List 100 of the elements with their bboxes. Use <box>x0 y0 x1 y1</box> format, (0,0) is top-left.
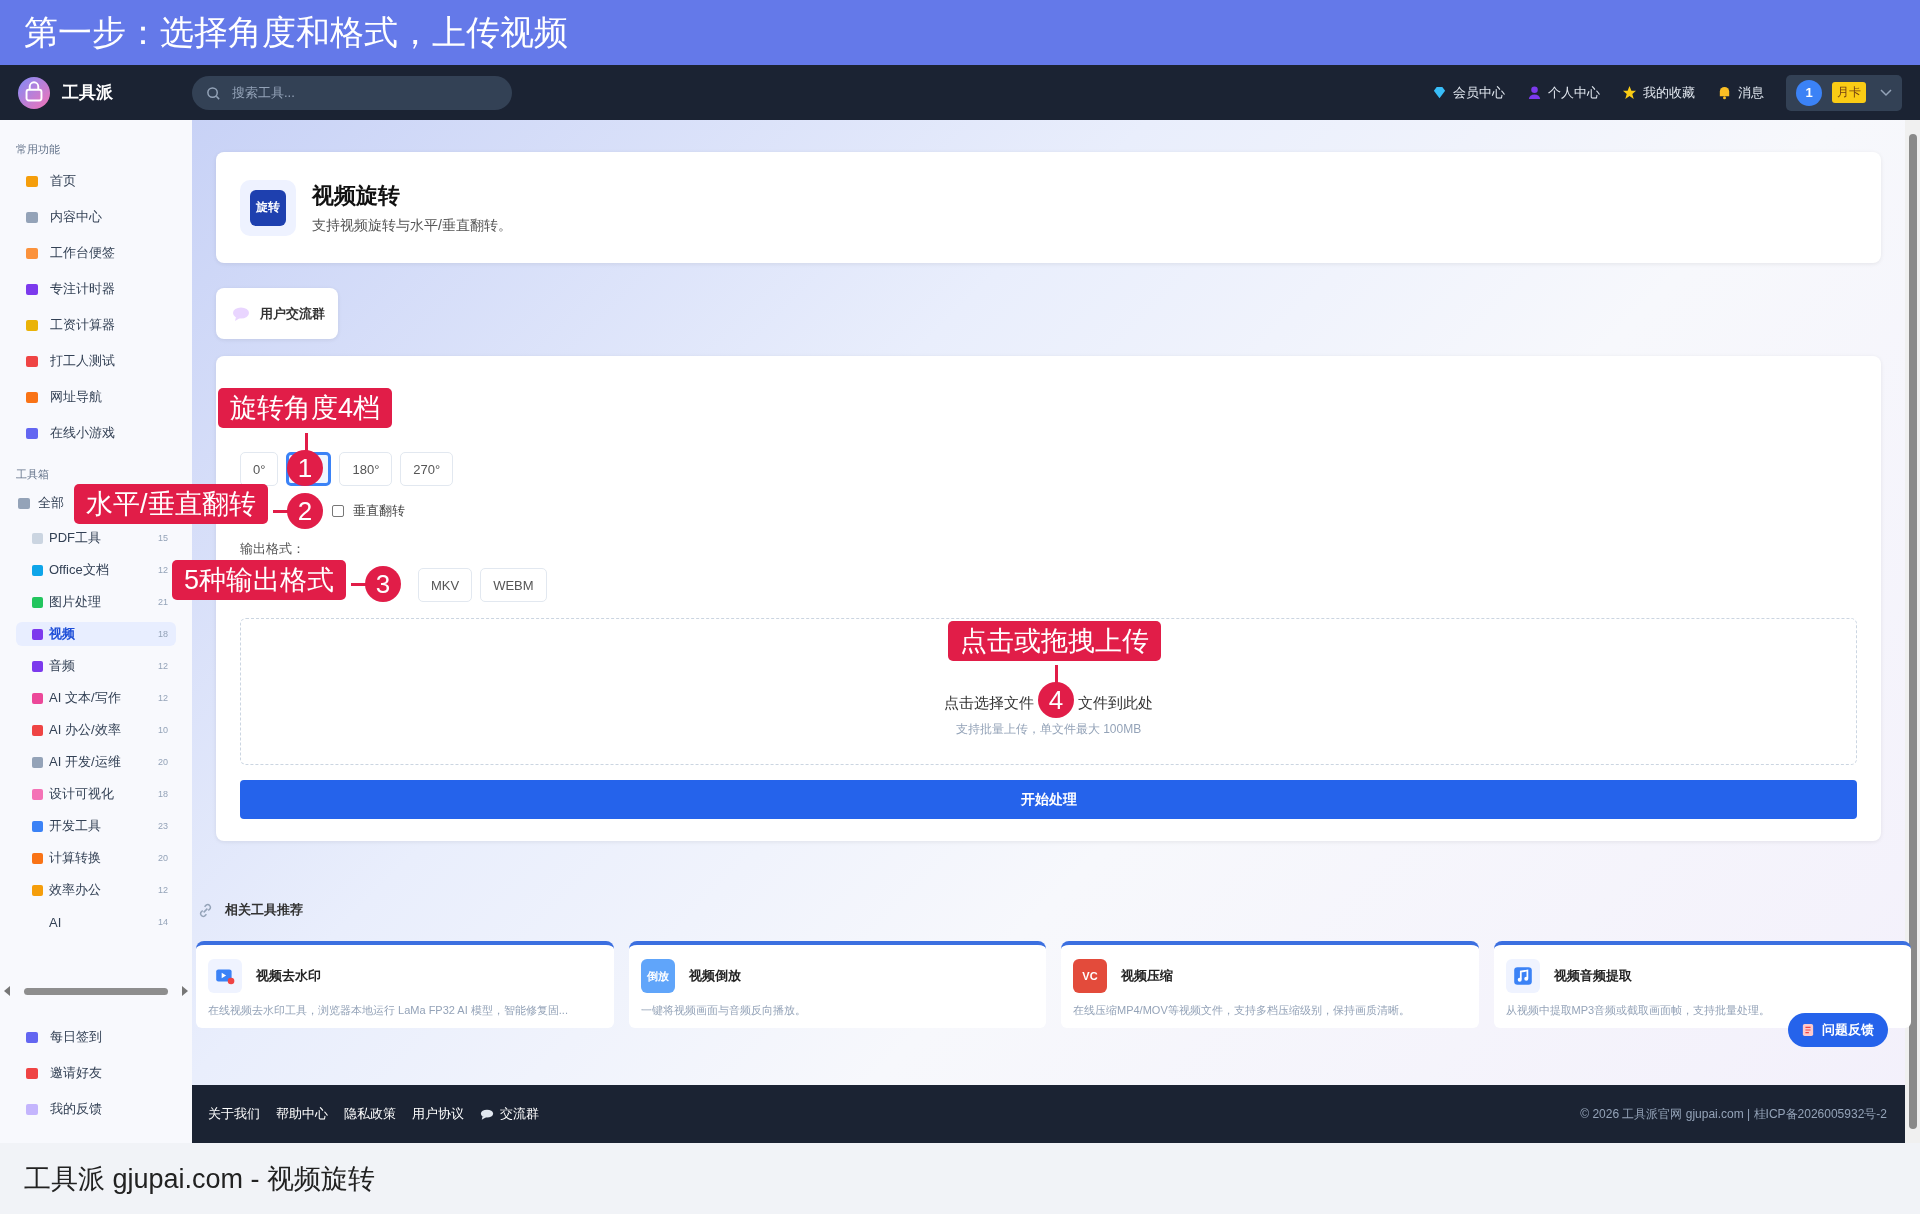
footer-link[interactable]: 帮助中心 <box>276 1105 328 1123</box>
nav-link[interactable]: 会员中心 <box>1432 83 1505 102</box>
category-item[interactable]: 视频 18 <box>16 622 176 646</box>
tool-card[interactable]: 视频去水印 在线视频去水印工具，浏览器本地运行 LaMa FP32 AI 模型，智能修复固... <box>196 941 614 1028</box>
category-item[interactable]: AI 14 <box>16 910 176 934</box>
tile-icon <box>26 427 38 439</box>
category-count: 20 <box>158 853 168 863</box>
category-count: 18 <box>158 629 168 639</box>
feedback-button[interactable]: 问题反馈 <box>1788 1013 1888 1047</box>
tool-card[interactable]: 倒放 视频倒放 一键将视频画面与音频反向播放。 <box>628 941 1046 1028</box>
tool-card-title: 视频压缩 <box>1121 967 1173 985</box>
category-label: Office文档 <box>49 561 110 579</box>
footer-link[interactable]: 用户协议 <box>412 1105 464 1123</box>
category-item[interactable]: AI 开发/运维 20 <box>16 750 176 774</box>
user-menu[interactable]: 1 月卡 <box>1786 74 1902 111</box>
angle-option[interactable]: 270° <box>400 452 454 486</box>
sidebar-item[interactable]: 每日签到 <box>16 1019 176 1055</box>
sidebar-item[interactable]: 打工人测试 <box>16 343 176 379</box>
upload-text: 文件到此处 <box>1078 694 1153 713</box>
tile-icon <box>26 391 38 403</box>
category-label: AI 开发/运维 <box>49 753 122 771</box>
footer-link[interactable]: 隐私政策 <box>344 1105 396 1123</box>
angle-option[interactable]: 0° <box>240 452 279 486</box>
format-option[interactable]: MKV <box>418 568 473 602</box>
footer-link[interactable]: 关于我们 <box>208 1105 260 1123</box>
sidebar-item[interactable]: 我的反馈 <box>16 1091 176 1127</box>
category-label: 图片处理 <box>49 593 102 611</box>
category-item[interactable]: AI 办公/效率 10 <box>16 718 176 742</box>
category-item[interactable]: 开发工具 23 <box>16 814 176 838</box>
category-count: 14 <box>158 917 168 927</box>
category-item[interactable]: AI 文本/写作 12 <box>16 686 176 710</box>
tile-icon <box>18 497 30 509</box>
category-item[interactable]: 效率办公 12 <box>16 878 176 902</box>
nav-link[interactable]: 消息 <box>1717 83 1764 102</box>
tool-title: 视频旋转 <box>312 181 401 210</box>
category-item[interactable]: 设计可视化 18 <box>16 782 176 806</box>
callout-tooltip: 5种输出格式 <box>172 560 347 600</box>
tool-card-title: 视频音频提取 <box>1553 967 1632 985</box>
tile-icon <box>26 283 38 295</box>
sidebar-item[interactable]: 邀请好友 <box>16 1055 176 1091</box>
nav-link[interactable]: 我的收藏 <box>1622 83 1695 102</box>
upload-hint: 支持批量上传，单文件最大 100MB <box>955 721 1142 738</box>
category-item[interactable]: 计算转换 20 <box>16 846 176 870</box>
category-label: 视频 <box>49 625 76 643</box>
sidebar-item[interactable]: 全部 <box>16 488 68 518</box>
star-icon <box>1622 85 1637 100</box>
banner-title: 第一步：选择角度和格式，上传视频 <box>24 11 568 53</box>
sidebar-item[interactable]: 首页 <box>16 163 176 199</box>
vertical-flip-checkbox[interactable]: 垂直翻转 <box>332 502 405 520</box>
music-note-icon <box>1505 959 1540 993</box>
category-item[interactable]: PDF工具 15 <box>16 526 176 550</box>
category-item[interactable]: 音频 12 <box>16 654 176 678</box>
sidebar-item[interactable]: 在线小游戏 <box>16 415 176 451</box>
category-count: 23 <box>158 821 168 831</box>
sidebar-item[interactable]: 网址导航 <box>16 379 176 415</box>
document-icon <box>1802 1023 1814 1037</box>
tool-card[interactable]: VC 视频压缩 在线压缩MP4/MOV等视频文件，支持多档压缩级别，保持画质清晰。 <box>1061 941 1479 1028</box>
sidebar-item[interactable]: 工作台便签 <box>16 235 176 271</box>
callout-tooltip: 水平/垂直翻转 <box>74 484 268 524</box>
category-count: 12 <box>158 885 168 895</box>
leader-line <box>305 433 308 451</box>
brand-name[interactable]: 工具派 <box>62 81 113 104</box>
tool-card-description: 一键将视频画面与音频反向播放。 <box>640 1003 807 1018</box>
section-title: 相关工具推荐 <box>225 901 303 919</box>
sidebar-item[interactable]: 专注计时器 <box>16 271 176 307</box>
tile-icon <box>26 175 38 187</box>
callout-tooltip: 旋转角度4档 <box>218 388 393 428</box>
search-field[interactable]: 搜索工具... <box>192 75 512 110</box>
nav-link[interactable]: 个人中心 <box>1527 83 1600 102</box>
tool-card-description: 在线视频去水印工具，浏览器本地运行 LaMa FP32 AI 模型，智能修复固... <box>208 1003 569 1018</box>
chevron-down-icon <box>1880 88 1892 97</box>
category-count: 12 <box>158 565 168 575</box>
diamond-icon <box>1432 85 1447 100</box>
category-count: 21 <box>158 597 168 607</box>
section-title: 工具箱 <box>16 467 50 482</box>
angle-option[interactable]: 180° <box>339 452 393 486</box>
category-label: 效率办公 <box>49 881 102 899</box>
callout-tooltip: 点击或拖拽上传 <box>948 621 1161 661</box>
category-label: 音频 <box>49 657 76 675</box>
tile-icon <box>26 1103 38 1115</box>
person-icon <box>1527 85 1542 100</box>
upload-text: 点击选择文件 <box>944 694 1034 713</box>
caption-text: 工具派 gjupai.com - 视频旋转 <box>24 1162 376 1196</box>
footer-link[interactable]: 交流群 <box>480 1105 539 1123</box>
tile-icon <box>26 211 38 223</box>
tool-card-title: 视频去水印 <box>256 967 321 985</box>
category-count: 10 <box>158 725 168 735</box>
format-option[interactable]: WEBM <box>480 568 547 602</box>
category-count: 12 <box>158 661 168 671</box>
vertical-scrollbar[interactable] <box>1905 120 1920 1143</box>
start-button[interactable]: 开始处理 <box>240 780 1857 819</box>
video-icon <box>208 959 242 993</box>
tile-icon <box>26 1031 38 1043</box>
tool-icon: 倒放 <box>640 959 675 993</box>
sidebar-item[interactable]: 工资计算器 <box>16 307 176 343</box>
leader-line <box>1055 665 1058 683</box>
category-count: 15 <box>158 533 168 543</box>
sidebar-item[interactable]: 内容中心 <box>16 199 176 235</box>
chat-group-button[interactable]: 用户交流群 <box>216 288 338 339</box>
tool-card-title: 视频倒放 <box>688 967 741 985</box>
